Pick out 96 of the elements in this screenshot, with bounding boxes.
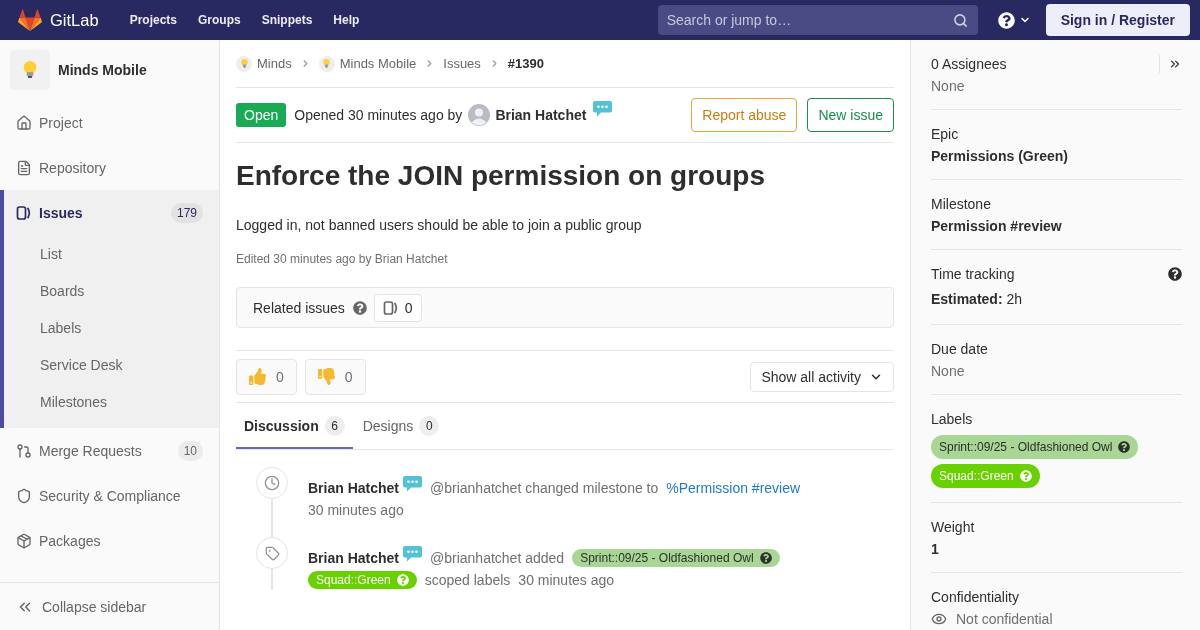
award-button[interactable]: 0 (304, 358, 366, 395)
sidebar-toggle-button[interactable] (1159, 55, 1182, 73)
thumbs-up-icon (249, 368, 266, 385)
new-issue-button[interactable]: New issue (807, 98, 894, 132)
related-count: 0 (373, 293, 422, 322)
tab[interactable]: Designs 0 (354, 403, 448, 449)
clock-icon (256, 467, 288, 499)
nav-link[interactable]: Projects (129, 13, 177, 27)
issue-title: Enforce the JOIN permission on groups (236, 159, 766, 193)
speech-bubble-icon (403, 476, 423, 492)
report-abuse-button[interactable]: Report abuse (691, 98, 798, 132)
sidebar-value: Permissions (Green) (931, 147, 1069, 166)
breadcrumb-link[interactable]: Issues (443, 56, 481, 71)
sign-in-button[interactable]: Sign in / Register (1045, 4, 1190, 36)
related-issues-title: Related issues (253, 299, 345, 316)
count-badge: 10 (177, 440, 203, 461)
sidebar-title: Milestone (931, 196, 991, 212)
document-icon (16, 159, 32, 176)
thumbs-down-icon (317, 368, 335, 385)
award-button[interactable]: 0 (236, 358, 297, 395)
note-text: @brianhatchet changed milestone to (430, 480, 659, 496)
sidebar-item[interactable]: Merge Requests 10 (0, 428, 219, 473)
tab-count: 6 (324, 416, 345, 436)
brand-link[interactable]: GitLab (18, 9, 99, 31)
search-icon (952, 13, 968, 28)
lightbulb-icon (318, 55, 335, 72)
fox-logo-icon (18, 9, 42, 31)
issue-description: Logged in, not banned users should be able to join a public group (236, 216, 643, 235)
note-text: scoped labels (424, 572, 511, 588)
sidebar-title: Confidentiality (931, 589, 1019, 605)
speech-bubble-icon (403, 546, 423, 562)
shield-icon (16, 487, 32, 504)
sidebar-item[interactable]: Packages (0, 518, 219, 563)
sidebar-value: Permission #review (931, 217, 1063, 236)
note-time: 30 minutes ago (518, 572, 615, 588)
sidebar-item[interactable]: Project (0, 100, 219, 145)
note-time: 30 minutes ago (308, 502, 404, 518)
help-icon (997, 11, 1015, 29)
lightbulb-icon (10, 50, 50, 90)
help-icon (759, 552, 772, 564)
card-bracket-icon (382, 299, 399, 316)
sidebar-subitem[interactable]: Service Desk (0, 346, 219, 383)
sidebar-item[interactable]: Repository (0, 145, 219, 190)
sidebar-title: 0 Assignees (931, 56, 1007, 72)
user-avatar (468, 104, 491, 126)
tab[interactable]: Discussion 6 (236, 403, 353, 449)
sidebar-item[interactable]: Issues 179 (0, 190, 219, 235)
tag-icon (256, 537, 288, 569)
house-icon (16, 114, 32, 131)
sidebar-subitem[interactable]: List (0, 235, 219, 272)
nav-link[interactable]: Snippets (261, 13, 313, 27)
breadcrumb-link[interactable]: Minds Mobile (318, 55, 417, 72)
sidebar-value: 1 (931, 540, 940, 559)
tab-count: 0 (419, 416, 440, 436)
sidebar-title: Time tracking (931, 266, 1015, 282)
sidebar-subitem[interactable]: Milestones (0, 383, 219, 420)
breadcrumb-link[interactable]: #1390 (507, 56, 544, 71)
opened-text: Opened 30 minutes ago by (294, 107, 463, 123)
edited-note: Edited 30 minutes ago by Brian Hatchet (236, 251, 449, 267)
package-icon (16, 532, 32, 549)
speech-bubble-icon (593, 101, 613, 117)
author-link[interactable]: Brian Hatchet (308, 480, 400, 496)
breadcrumb-link[interactable]: Minds (236, 55, 292, 72)
sidebar-subitem[interactable]: Boards (0, 272, 219, 309)
sidebar-item[interactable]: Security & Compliance (0, 473, 219, 518)
author-link[interactable]: Brian Hatchet (495, 107, 587, 123)
project-name: Minds Mobile (58, 62, 147, 78)
nav-link[interactable]: Groups (198, 13, 241, 27)
count-badge: 179 (170, 202, 203, 223)
help-icon[interactable] (1168, 267, 1182, 281)
scoped-label[interactable]: Sprint::09/25 - Oldfashioned Owl (572, 549, 780, 567)
scoped-label[interactable]: Sprint::09/25 - Oldfashioned Owl (931, 435, 1139, 459)
sidebar-value: None (931, 362, 966, 381)
branch-nodes-icon (16, 442, 32, 459)
sidebar-title: Labels (931, 411, 973, 427)
time-estimate: Estimated: 2h (931, 290, 1024, 309)
help-icon (1118, 441, 1131, 453)
help-icon (396, 574, 409, 586)
activity-filter-dropdown[interactable]: Show all activity (750, 361, 894, 392)
status-badge: Open (236, 103, 287, 127)
eye-icon (931, 611, 947, 627)
nav-link[interactable]: Help (333, 13, 360, 27)
author-link[interactable]: Brian Hatchet (308, 550, 400, 566)
sidebar-title: Due date (931, 341, 988, 357)
card-bracket-icon (16, 204, 32, 221)
sidebar-subitem[interactable]: Labels (0, 309, 219, 346)
help-icon (1019, 470, 1032, 482)
sidebar-value: Not confidential (956, 610, 1053, 629)
search-field[interactable]: Search or jump to… (657, 5, 978, 35)
sidebar-title: Weight (931, 519, 975, 535)
sidebar-value: None (931, 77, 966, 96)
note-text: @brianhatchet added (430, 550, 565, 566)
double-chevron-right-icon (1168, 57, 1182, 71)
milestone-link[interactable]: %Permission #review (666, 480, 801, 496)
lightbulb-icon (236, 55, 252, 72)
sidebar-title: Epic (931, 126, 959, 142)
